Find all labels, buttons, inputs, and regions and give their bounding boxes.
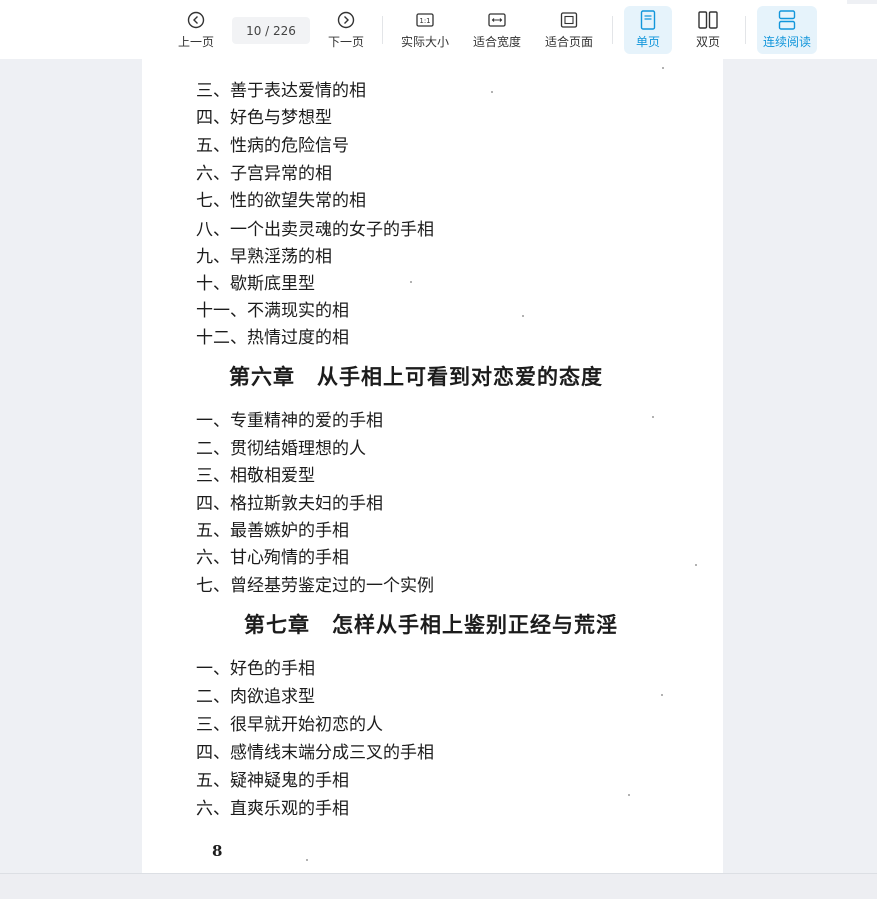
toolbar-divider (612, 16, 613, 44)
page-indicator[interactable]: 10 / 226 (232, 17, 310, 44)
chapter-heading: 第六章 从手相上可看到对恋爱的态度 (229, 365, 603, 389)
scan-speck (491, 91, 493, 93)
chapter-heading: 第七章 怎样从手相上鉴别正经与荒淫 (244, 613, 618, 637)
scan-speck (661, 694, 663, 696)
toc-item: 一、好色的手相 (196, 659, 315, 679)
toc-item: 七、曾经基劳鉴定过的一个实例 (196, 576, 434, 596)
toc-item: 六、子宫异常的相 (196, 164, 332, 184)
toc-item: 八、一个出卖灵魂的女子的手相 (196, 220, 434, 240)
double-page-label: 双页 (695, 35, 720, 49)
fit-width-icon (488, 9, 506, 31)
fit-width-button[interactable]: 适合宽度 (468, 6, 526, 54)
toc-item: 十、歇斯底里型 (196, 274, 315, 294)
toc-item: 四、格拉斯敦夫妇的手相 (196, 494, 383, 514)
toc-item: 一、专重精神的爱的手相 (196, 411, 383, 431)
toc-item: 九、早熟淫荡的相 (196, 247, 332, 267)
prev-page-label: 上一页 (177, 35, 214, 49)
continuous-reading-button[interactable]: 连续阅读 (757, 6, 817, 54)
scan-speck (662, 67, 664, 69)
chevron-left-circle-icon (187, 9, 205, 31)
scan-speck (522, 315, 524, 317)
toc-item: 五、性病的危险信号 (196, 136, 349, 156)
scan-speck (306, 859, 308, 861)
toc-item: 七、性的欲望失常的相 (196, 191, 366, 211)
actual-size-label: 实际大小 (400, 35, 449, 49)
page-number: 8 (212, 842, 223, 860)
toc-item: 十二、热情过度的相 (196, 328, 349, 348)
single-page-label: 单页 (635, 35, 660, 49)
toc-item: 六、甘心殉情的手相 (196, 548, 349, 568)
fit-page-label: 适合页面 (544, 35, 593, 49)
toc-item: 五、最善嫉妒的手相 (196, 521, 349, 541)
toolbar-divider (382, 16, 383, 44)
next-page-button[interactable]: 下一页 (322, 6, 370, 54)
toolbar: 上一页 10 / 226 下一页 1:1 实际大小 适合宽度 适合页面 单页 双… (0, 0, 877, 59)
fit-width-label: 适合宽度 (472, 35, 521, 49)
scan-speck (410, 281, 412, 283)
toc-item: 二、贯彻结婚理想的人 (196, 439, 366, 459)
toc-item: 三、相敬相爱型 (196, 466, 315, 486)
toolbar-divider (745, 16, 746, 44)
actual-size-icon: 1:1 (416, 9, 434, 31)
document-page: 三、善于表达爱情的相 四、好色与梦想型 五、性病的危险信号 六、子宫异常的相 七… (142, 59, 723, 873)
prev-page-button[interactable]: 上一页 (172, 6, 220, 54)
toc-item: 十一、不满现实的相 (196, 301, 349, 321)
fit-page-icon (560, 9, 578, 31)
document-viewer[interactable]: 三、善于表达爱情的相 四、好色与梦想型 五、性病的危险信号 六、子宫异常的相 七… (0, 59, 877, 873)
next-page-label: 下一页 (327, 35, 364, 49)
toc-item: 三、很早就开始初恋的人 (196, 715, 383, 735)
toc-item: 五、疑神疑鬼的手相 (196, 771, 349, 791)
actual-size-button[interactable]: 1:1 实际大小 (396, 6, 454, 54)
chevron-right-circle-icon (337, 9, 355, 31)
double-page-button[interactable]: 双页 (684, 6, 732, 54)
single-page-button[interactable]: 单页 (624, 6, 672, 54)
status-bar (0, 873, 877, 899)
scan-speck (652, 416, 654, 418)
toc-item: 三、善于表达爱情的相 (196, 81, 366, 101)
toc-item: 四、感情线末端分成三叉的手相 (196, 743, 434, 763)
fit-page-button[interactable]: 适合页面 (540, 6, 598, 54)
double-page-icon (698, 9, 718, 31)
toc-item: 四、好色与梦想型 (196, 108, 332, 128)
toc-item: 六、直爽乐观的手相 (196, 799, 349, 819)
corner-strip (847, 0, 877, 4)
single-page-icon (640, 9, 656, 31)
toc-item: 二、肉欲追求型 (196, 687, 315, 707)
scan-speck (628, 794, 630, 796)
scan-speck (695, 564, 697, 566)
continuous-reading-icon (778, 9, 796, 31)
svg-text:1:1: 1:1 (419, 17, 430, 25)
continuous-reading-label: 连续阅读 (762, 35, 811, 49)
